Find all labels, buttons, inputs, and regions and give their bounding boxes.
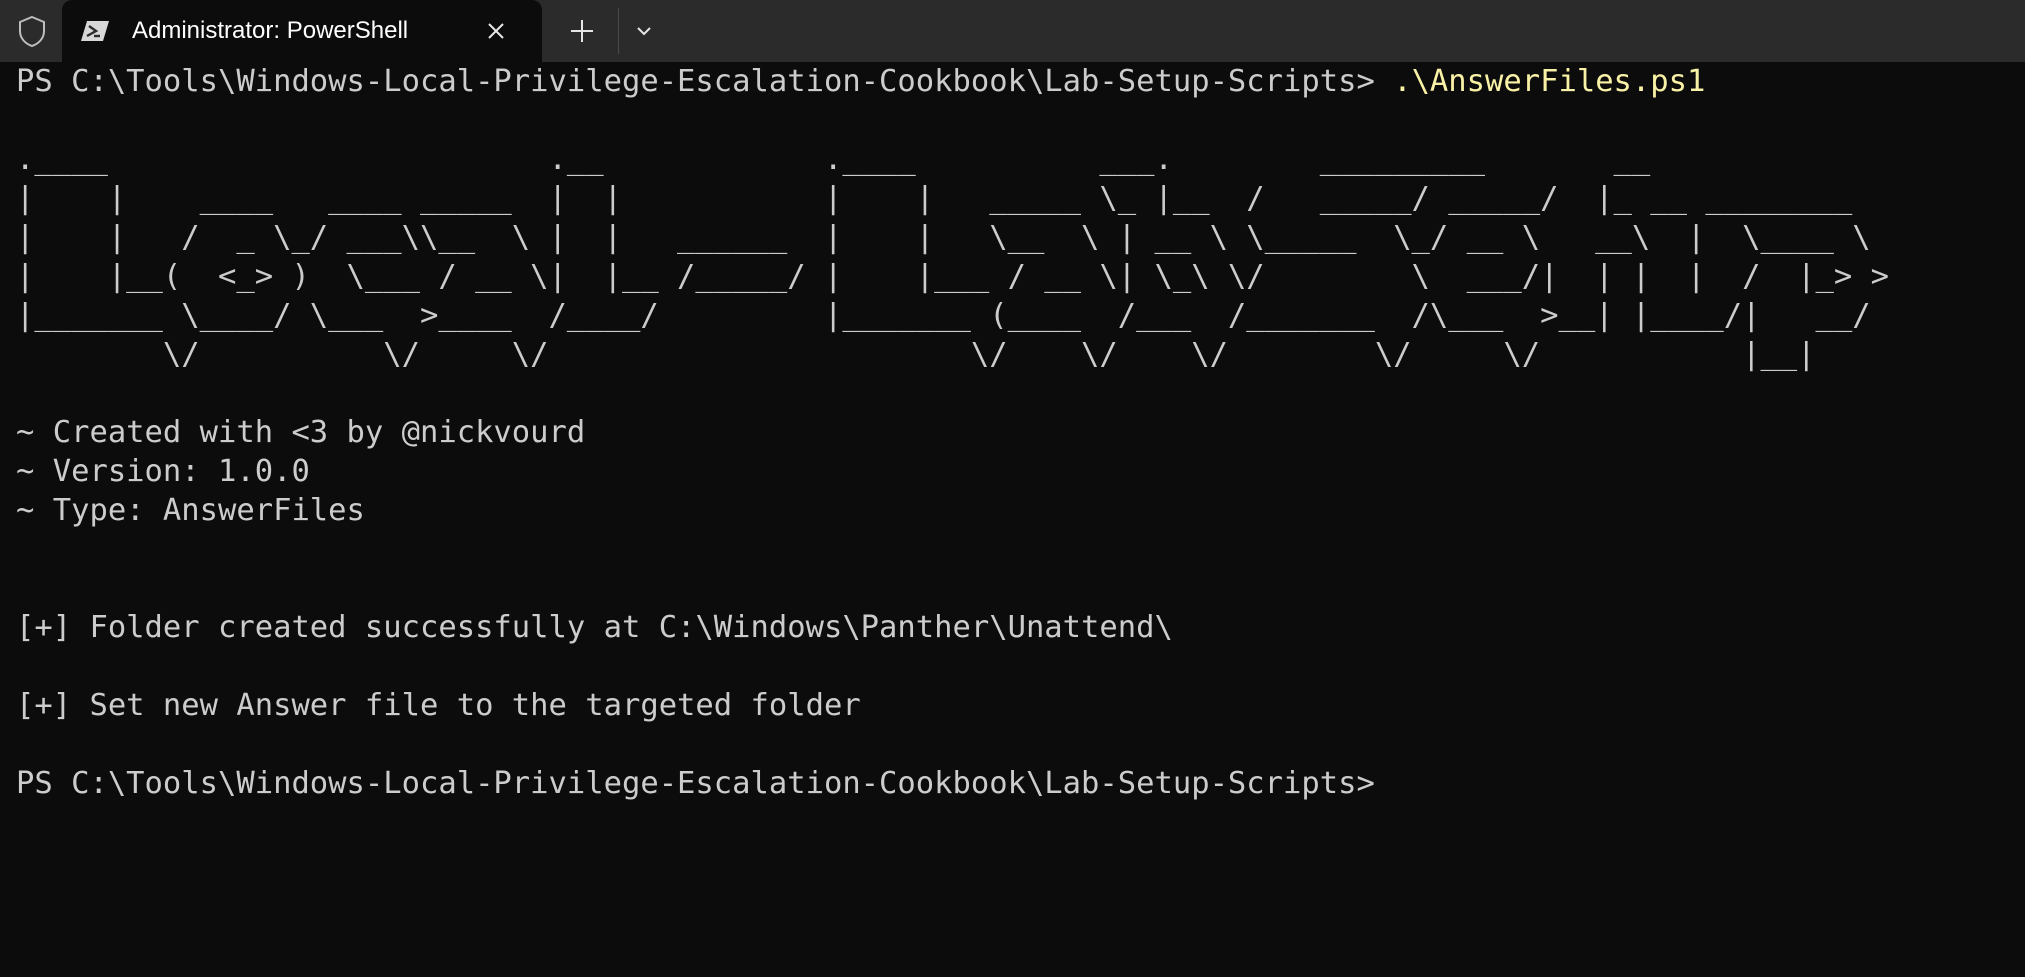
banner-line: \/ \/ \/ \/ \/ \/ \/ \/ |__| — [16, 337, 1816, 372]
banner-line: | |__( <_> ) \___ / __ \| |__ /_____/ | … — [16, 259, 1889, 294]
banner-line: |_______ \____/ \___ >____ /____/ |_____… — [16, 298, 1871, 333]
terminal-output[interactable]: PS C:\Tools\Windows-Local-Privilege-Esca… — [16, 62, 2016, 972]
tab-title: Administrator: PowerShell — [132, 17, 409, 44]
tab-powershell[interactable]: Administrator: PowerShell — [62, 0, 542, 62]
info-line: ~ Created with <3 by @nickvourd — [16, 415, 586, 450]
title-bar: Administrator: PowerShell — [0, 0, 2025, 62]
tab-divider — [618, 8, 619, 54]
command-text: .\AnswerFiles.ps1 — [1393, 64, 1706, 99]
banner-line: | | ____ ____ _____ | | | | _____ \_ |__… — [16, 181, 1853, 216]
message-line: [+] Set new Answer file to the targeted … — [16, 688, 861, 723]
plus-icon[interactable] — [566, 15, 598, 47]
prompt-text: PS C:\Tools\Windows-Local-Privilege-Esca… — [16, 64, 1394, 99]
close-icon[interactable] — [482, 17, 510, 45]
shield-icon — [19, 15, 45, 48]
message-line: [+] Folder created successfully at C:\Wi… — [16, 610, 1173, 645]
info-line: ~ Version: 1.0.0 — [16, 454, 310, 489]
info-line: ~ Type: AnswerFiles — [16, 493, 365, 528]
powershell-icon — [81, 21, 109, 41]
final-prompt-line: PS C:\Tools\Windows-Local-Privilege-Esca… — [16, 766, 1375, 801]
prompt-line: PS C:\Tools\Windows-Local-Privilege-Esca… — [16, 62, 2016, 101]
banner-line: .____ .__ .____ ___. _________ __ — [16, 142, 1651, 177]
banner-line: | | / _ \_/ ___\\__ \ | | ______ | | \__… — [16, 220, 1871, 255]
chevron-down-icon[interactable] — [632, 20, 656, 42]
